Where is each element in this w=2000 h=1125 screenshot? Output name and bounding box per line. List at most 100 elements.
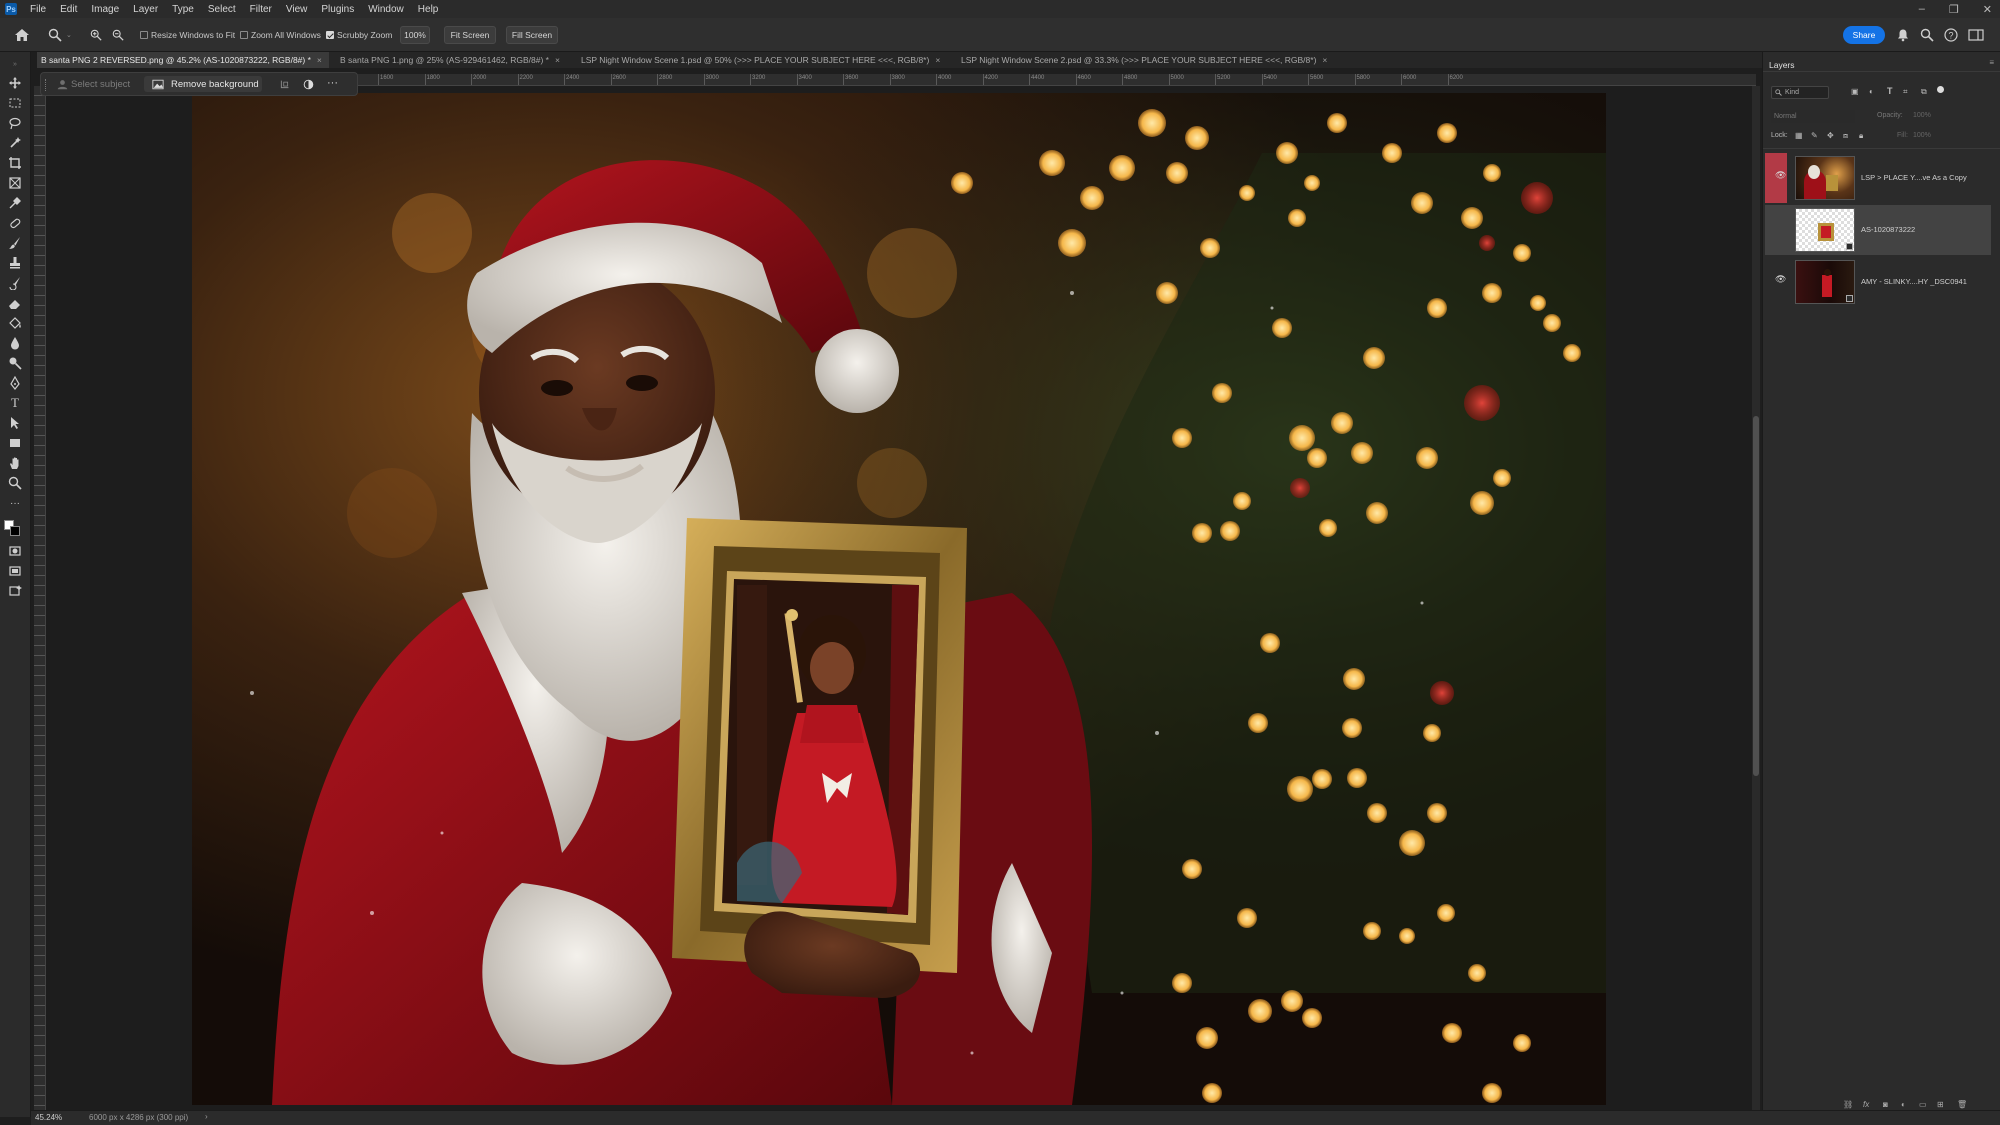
layers-panel-title[interactable]: Layers: [1769, 60, 1795, 70]
select-subject-button[interactable]: Select subject: [71, 79, 130, 90]
share-button[interactable]: Share: [1843, 26, 1885, 44]
menu-window[interactable]: Window: [361, 4, 411, 15]
layer-name[interactable]: AMY - SLINKY....HY _DSC0941: [1861, 277, 1967, 286]
layer-filter-dropdown[interactable]: Kind: [1771, 86, 1829, 99]
close-icon[interactable]: ✕: [1983, 3, 1992, 16]
hand-tool-icon[interactable]: [8, 456, 22, 470]
blur-tool-icon[interactable]: [8, 336, 22, 350]
edit-toolbar-icon[interactable]: ···: [8, 496, 22, 510]
zoom-in-icon[interactable]: [90, 29, 102, 41]
search-icon[interactable]: [1920, 28, 1934, 42]
dodge-tool-icon[interactable]: [8, 356, 22, 370]
tab-b-santa-png-1[interactable]: B santa PNG 1.png @ 25% (AS-929461462, R…: [336, 52, 568, 68]
menu-image[interactable]: Image: [84, 4, 126, 15]
close-tab-icon[interactable]: ×: [317, 55, 322, 65]
layer-row[interactable]: 👁︎ AS-1020873222: [1765, 205, 1991, 255]
quick-mask-icon[interactable]: [8, 544, 22, 558]
object-selection-tool-icon[interactable]: [8, 136, 22, 150]
new-layer-icon[interactable]: ⊞: [1937, 1100, 1944, 1109]
history-brush-tool-icon[interactable]: [8, 276, 22, 290]
menu-edit[interactable]: Edit: [53, 4, 84, 15]
filter-shape-icon[interactable]: ⌗: [1903, 87, 1908, 97]
toolbar-collapse-icon[interactable]: »: [8, 57, 22, 71]
checkbox-box[interactable]: [326, 31, 334, 39]
scrubby-zoom-checkbox[interactable]: Scrubby Zoom: [326, 30, 392, 40]
paint-bucket-tool-icon[interactable]: [8, 316, 22, 330]
frame-tool-icon[interactable]: [8, 176, 22, 190]
add-mask-icon[interactable]: ◙: [1883, 1100, 1888, 1109]
menu-help[interactable]: Help: [411, 4, 446, 15]
more-options-button[interactable]: ···: [327, 77, 338, 89]
bell-icon[interactable]: [1896, 28, 1910, 42]
filter-adjustment-icon[interactable]: ◐: [1869, 87, 1874, 96]
lasso-tool-icon[interactable]: [8, 116, 22, 130]
checkbox-box[interactable]: [140, 31, 148, 39]
photoshop-logo-icon[interactable]: Ps: [5, 3, 17, 15]
vertical-scroll-thumb[interactable]: [1753, 416, 1759, 776]
filter-type-icon[interactable]: T: [1887, 86, 1893, 96]
menu-view[interactable]: View: [279, 4, 315, 15]
blend-mode-dropdown[interactable]: Normal: [1771, 110, 1855, 123]
zoom-level[interactable]: 45.24%: [35, 1113, 62, 1122]
checkbox-box[interactable]: [240, 31, 248, 39]
close-tab-icon[interactable]: ×: [1322, 55, 1327, 65]
help-icon[interactable]: ?: [1944, 28, 1958, 42]
lock-transparent-icon[interactable]: ▦: [1795, 131, 1803, 140]
zoom-out-icon[interactable]: [112, 29, 124, 41]
filter-pixel-icon[interactable]: ▣: [1851, 87, 1859, 96]
minimize-icon[interactable]: –: [1919, 3, 1925, 15]
fit-screen-button[interactable]: Fit Screen: [444, 26, 496, 44]
link-layers-icon[interactable]: ⛓: [1843, 1100, 1853, 1109]
transform-icon[interactable]: [279, 79, 290, 90]
crop-tool-icon[interactable]: [8, 156, 22, 170]
fill-value[interactable]: 100%: [1913, 132, 1931, 139]
status-menu-arrow-icon[interactable]: ›: [205, 1112, 208, 1121]
type-tool-icon[interactable]: T: [8, 395, 22, 410]
generative-fill-icon[interactable]: [8, 584, 22, 598]
screen-mode-icon[interactable]: [8, 564, 22, 578]
eye-hidden-icon[interactable]: 👁︎: [1775, 222, 1786, 233]
layer-style-icon[interactable]: fx: [1863, 1100, 1869, 1109]
panel-menu-icon[interactable]: ≡: [1989, 58, 1994, 67]
restore-icon[interactable]: ❐: [1949, 3, 1959, 16]
rectangle-tool-icon[interactable]: [8, 436, 22, 450]
new-group-icon[interactable]: ▭: [1919, 1100, 1927, 1109]
eye-icon[interactable]: 👁︎: [1775, 170, 1786, 181]
eye-icon[interactable]: 👁︎: [1775, 274, 1786, 285]
zoom-icon[interactable]: [48, 28, 62, 42]
path-selection-tool-icon[interactable]: [8, 416, 22, 430]
menu-filter[interactable]: Filter: [243, 4, 279, 15]
layer-name[interactable]: AS-1020873222: [1861, 225, 1915, 234]
lock-position-icon[interactable]: ✥: [1827, 131, 1834, 140]
document-image[interactable]: [192, 93, 1606, 1105]
vertical-scrollbar[interactable]: [1752, 86, 1760, 1111]
layer-row[interactable]: 👁︎ AMY - SLINKY....HY _DSC0941: [1765, 257, 1991, 307]
tool-preset-dropdown-icon[interactable]: ⌄: [66, 31, 72, 39]
menu-plugins[interactable]: Plugins: [314, 4, 361, 15]
menu-file[interactable]: File: [23, 4, 53, 15]
layer-row[interactable]: 👁︎ LSP > PLACE Y....ve As a Copy: [1765, 153, 1991, 203]
filter-smart-object-icon[interactable]: ⧉: [1921, 87, 1927, 97]
tab-b-santa-png-2[interactable]: B santa PNG 2 REVERSED.png @ 45.2% (AS-1…: [37, 52, 329, 68]
tab-lsp-night-window-scene-1[interactable]: LSP Night Window Scene 1.psd @ 50% (>>> …: [577, 52, 947, 68]
filter-toggle-icon[interactable]: [1937, 86, 1944, 93]
new-adjustment-layer-icon[interactable]: ◐: [1901, 1100, 1906, 1109]
move-tool-icon[interactable]: [8, 76, 22, 90]
pen-tool-icon[interactable]: [8, 376, 22, 390]
opacity-value[interactable]: 100%: [1913, 112, 1931, 119]
tab-lsp-night-window-scene-2[interactable]: LSP Night Window Scene 2.psd @ 33.3% (>>…: [957, 52, 1337, 68]
canvas-area[interactable]: [46, 86, 1756, 1111]
close-tab-icon[interactable]: ×: [935, 55, 940, 65]
drag-handle-icon[interactable]: [45, 79, 48, 91]
delete-layer-icon[interactable]: 🗑︎: [1957, 1100, 1967, 1109]
menu-select[interactable]: Select: [201, 4, 243, 15]
workspace-icon[interactable]: [1968, 28, 1984, 42]
home-icon[interactable]: [14, 28, 30, 42]
marquee-tool-icon[interactable]: [8, 96, 22, 110]
menu-layer[interactable]: Layer: [126, 4, 165, 15]
fill-screen-button[interactable]: Fill Screen: [506, 26, 558, 44]
close-tab-icon[interactable]: ×: [555, 55, 560, 65]
lock-icon[interactable]: 🔒︎: [1859, 131, 1863, 141]
resize-windows-checkbox[interactable]: Resize Windows to Fit: [140, 30, 235, 40]
lock-image-icon[interactable]: ✎: [1811, 131, 1818, 140]
